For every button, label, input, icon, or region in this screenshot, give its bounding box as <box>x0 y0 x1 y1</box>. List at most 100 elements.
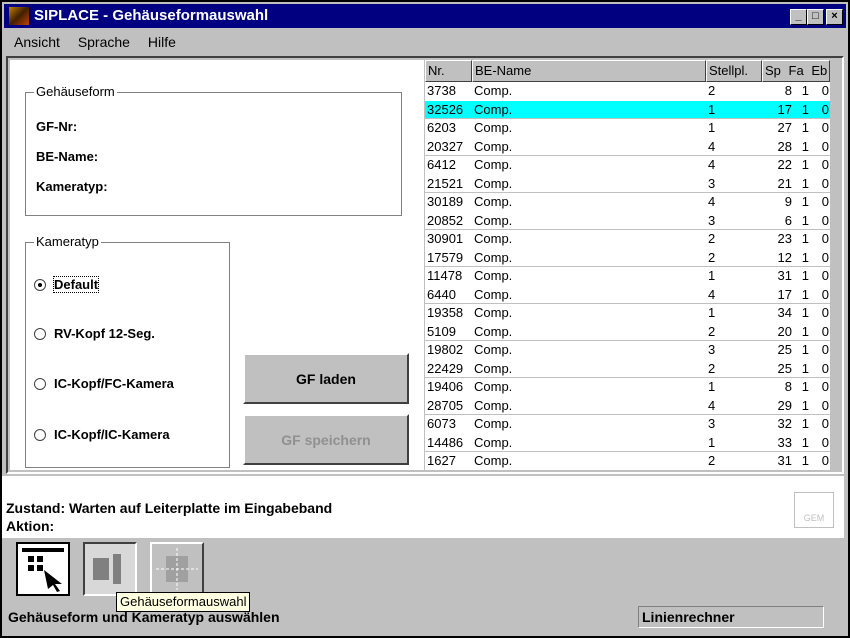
table-cell: 3 <box>708 416 716 431</box>
col-stellpl[interactable]: Stellpl. <box>706 60 762 82</box>
table-cell: 22 <box>777 157 792 172</box>
table-cell: 2 <box>708 360 716 376</box>
table-row[interactable]: 20327 Comp. 4 28 1 0 <box>425 138 838 156</box>
table-cell: 2 <box>708 83 716 98</box>
radio-icon <box>34 428 46 441</box>
window-title: SIPLACE - Gehäuseformauswahl <box>34 7 269 24</box>
table-cell: 1 <box>801 379 809 394</box>
gf-laden-button[interactable]: GF laden <box>243 353 409 404</box>
table-row[interactable]: 20852 Comp. 3 6 1 0 <box>425 212 838 230</box>
table-row[interactable]: 6440 Comp. 4 17 1 0 <box>425 286 838 304</box>
menu-ansicht[interactable]: Ansicht <box>14 34 60 50</box>
table-cell: Comp. <box>474 157 513 172</box>
table-cell: 8 <box>784 83 792 98</box>
table-cell: 1 <box>801 416 809 431</box>
table-cell: 6412 <box>427 157 456 172</box>
table-cell: Comp. <box>474 120 513 135</box>
radio-icon <box>34 327 46 340</box>
table-cell: 4 <box>708 286 716 302</box>
table-cell: 1 <box>801 175 809 191</box>
table-cell: 1 <box>801 120 809 135</box>
col-sp-fa-eb[interactable]: Sp Fa Eb <box>762 60 830 82</box>
scrollbar[interactable] <box>830 60 838 470</box>
table-cell: 0 <box>821 323 829 339</box>
table-row[interactable]: 19802 Comp. 3 25 1 0 <box>425 341 838 360</box>
table-cell: 0 <box>821 342 829 357</box>
table-cell: 5109 <box>427 323 456 339</box>
table-row[interactable]: 19358 Comp. 1 34 1 0 <box>425 304 838 323</box>
col-nr[interactable]: Nr. <box>425 60 472 82</box>
chip-crosshair-icon <box>156 548 198 590</box>
table-row[interactable]: 5109 Comp. 2 20 1 0 <box>425 323 838 341</box>
table-row[interactable]: 19406 Comp. 1 8 1 0 <box>425 378 838 397</box>
table-cell: 1 <box>801 249 809 265</box>
kameratyp-group: Kameratyp Default RV-Kopf 12-Seg. IC-Kop… <box>25 234 230 468</box>
table-cell: 6203 <box>427 120 456 135</box>
gf-speichern-button[interactable]: GF speichern <box>243 414 409 465</box>
table-cell: 0 <box>821 286 829 302</box>
table-cell: 32 <box>777 416 792 431</box>
menu-bar: Ansicht Sprache Hilfe <box>14 32 190 52</box>
table-row[interactable]: 11478 Comp. 1 31 1 0 <box>425 267 838 286</box>
radio-checked-icon <box>34 278 46 291</box>
gf-speichern-label: GF speichern <box>281 431 371 448</box>
table-cell: 1 <box>801 101 809 117</box>
table-cell: Comp. <box>474 194 513 209</box>
radio-ic-ic[interactable]: IC-Kopf/IC-Kamera <box>34 427 170 442</box>
table-row[interactable]: 28705 Comp. 4 29 1 0 <box>425 397 838 415</box>
table-cell: 1 <box>708 305 716 320</box>
table-cell: 19802 <box>427 342 464 357</box>
table-row[interactable]: 6073 Comp. 3 32 1 0 <box>425 415 838 434</box>
table-cell: 28705 <box>427 397 464 413</box>
table-row[interactable]: 30189 Comp. 4 9 1 0 <box>425 193 838 212</box>
table-cell: 1 <box>708 268 716 283</box>
maximize-button[interactable]: □ <box>807 9 824 25</box>
table-cell: Comp. <box>474 434 513 450</box>
table-cell: Comp. <box>474 138 513 154</box>
table-cell: 22429 <box>427 360 464 376</box>
close-button[interactable]: × <box>826 9 843 25</box>
table-cell: 4 <box>708 157 716 172</box>
table-row[interactable]: 22429 Comp. 2 25 1 0 <box>425 360 838 378</box>
table-cell: 31 <box>777 268 792 283</box>
radio-ic-fc[interactable]: IC-Kopf/FC-Kamera <box>34 376 174 391</box>
radio-rv-kopf[interactable]: RV-Kopf 12-Seg. <box>34 326 155 341</box>
table-cell: 6073 <box>427 416 456 431</box>
table-cell: Comp. <box>474 231 513 246</box>
table-row[interactable]: 30901 Comp. 2 23 1 0 <box>425 230 838 249</box>
table-cell: 1 <box>801 323 809 339</box>
table-row[interactable]: 1627 Comp. 2 31 1 0 <box>425 452 838 471</box>
table-row[interactable]: 6203 Comp. 1 27 1 0 <box>425 119 838 138</box>
table-cell: 21521 <box>427 175 464 191</box>
tool-select-button[interactable] <box>16 542 70 596</box>
table-cell: 0 <box>821 138 829 154</box>
table-row[interactable]: 17579 Comp. 2 12 1 0 <box>425 249 838 267</box>
minimize-button[interactable]: _ <box>790 9 807 25</box>
table-cell: 1 <box>801 83 809 98</box>
table-cell: 0 <box>821 120 829 135</box>
title-bar: SIPLACE - Gehäuseformauswahl _ □ × <box>4 4 846 28</box>
gehaeuseform-legend: Gehäuseform <box>34 84 117 99</box>
radio-default[interactable]: Default <box>34 276 100 293</box>
table-cell: 4 <box>708 397 716 413</box>
table-cell: 32526 <box>427 101 464 117</box>
table-cell: 1 <box>801 434 809 450</box>
table-row[interactable]: 21521 Comp. 3 21 1 0 <box>425 175 838 193</box>
component-table: Nr. BE-Name Stellpl. Sp Fa Eb 3738 Comp. 2… <box>425 60 838 470</box>
menu-sprache[interactable]: Sprache <box>78 34 130 50</box>
table-row[interactable]: 3738 Comp. 2 8 1 0 <box>425 82 838 101</box>
table-row[interactable]: 6412 Comp. 4 22 1 0 <box>425 156 838 175</box>
table-cell: Comp. <box>474 268 513 283</box>
tool-gehaeuseform-button[interactable] <box>83 542 137 596</box>
menu-hilfe[interactable]: Hilfe <box>148 34 176 50</box>
table-row[interactable]: 32526 Comp. 1 17 1 0 <box>425 100 838 119</box>
table-cell: 1 <box>801 212 809 228</box>
table-row[interactable]: 14486 Comp. 1 33 1 0 <box>425 434 838 452</box>
gem-mail-icon[interactable]: GEM <box>794 492 834 528</box>
table-cell: Comp. <box>474 101 513 117</box>
tool-camera-button[interactable] <box>150 542 204 596</box>
col-be-name[interactable]: BE-Name <box>472 60 706 82</box>
table-cell: 17 <box>777 101 792 117</box>
table-cell: 0 <box>821 157 829 172</box>
table-cell: 1 <box>708 120 716 135</box>
